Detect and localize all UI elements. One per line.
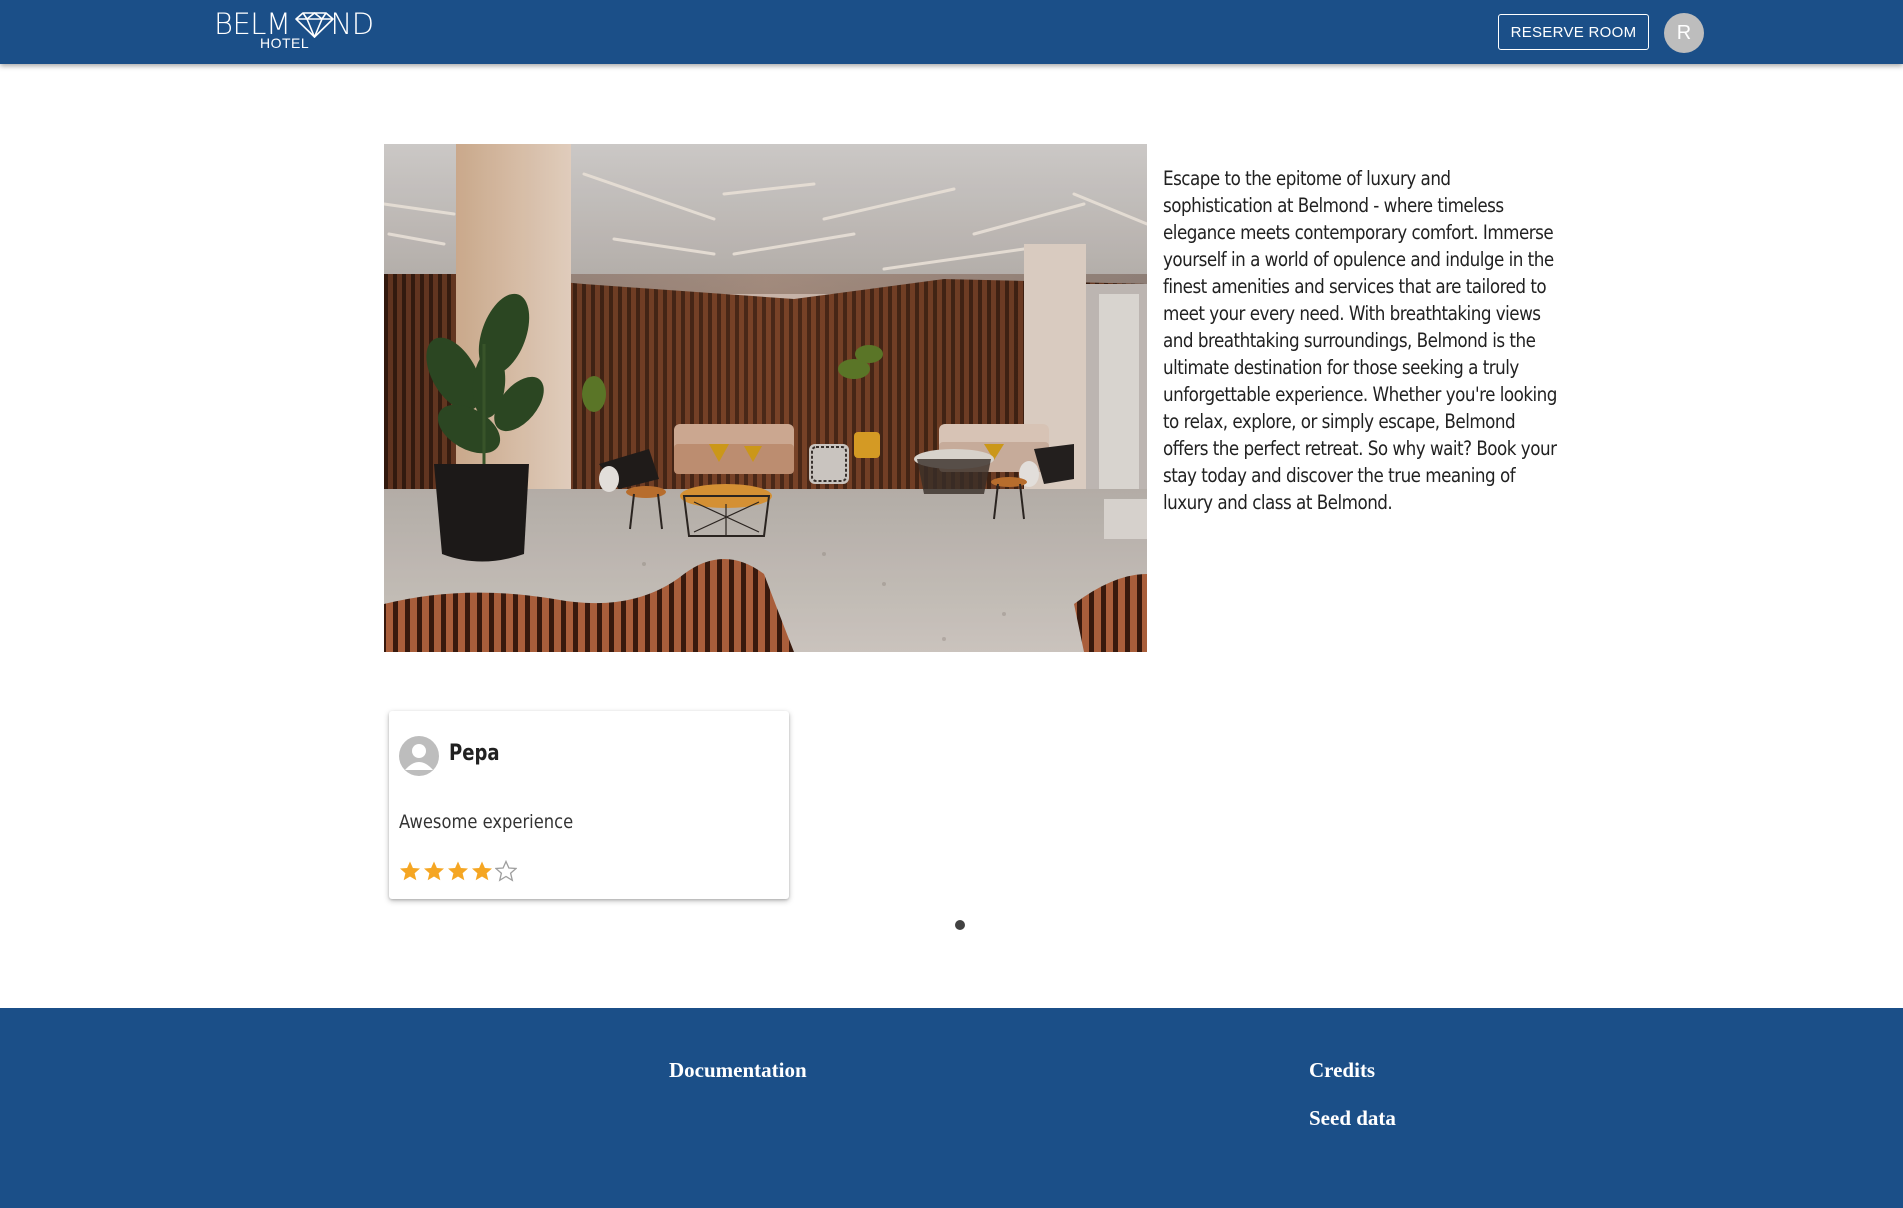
review-text: Awesome experience — [399, 811, 574, 833]
star-filled-icon[interactable] — [423, 860, 445, 882]
hotel-description: Escape to the epitome of luxury and soph… — [1163, 167, 1557, 514]
lobby-illustration — [384, 144, 1147, 652]
logo-word-right: ND — [330, 7, 375, 41]
star-filled-icon[interactable] — [447, 860, 469, 882]
belmond-hotel-logo[interactable]: BELM ND HOTEL — [214, 7, 374, 51]
star-filled-icon[interactable] — [399, 860, 421, 882]
person-icon — [405, 744, 433, 770]
star-rating — [399, 860, 517, 882]
logo-subtitle: HOTEL — [260, 35, 310, 51]
user-avatar-button[interactable]: R — [1664, 13, 1704, 53]
reserve-room-button[interactable]: RESERVE ROOM — [1498, 14, 1649, 50]
carousel-dot[interactable] — [955, 920, 965, 930]
star-filled-icon[interactable] — [471, 860, 493, 882]
top-app-bar: BELM ND HOTEL RESERVE ROOM R — [0, 0, 1903, 64]
credits-link[interactable]: Credits — [1309, 1058, 1375, 1083]
footer: Documentation Credits Seed data — [0, 1008, 1903, 1208]
review-card: Pepa Awesome experience — [389, 711, 789, 899]
reviewer-avatar — [399, 736, 439, 776]
hotel-lobby-image — [384, 144, 1147, 652]
reviewer-name: Pepa — [449, 741, 500, 766]
seed-data-link[interactable]: Seed data — [1309, 1106, 1396, 1131]
documentation-link[interactable]: Documentation — [669, 1058, 807, 1083]
star-empty-icon[interactable] — [495, 860, 517, 882]
